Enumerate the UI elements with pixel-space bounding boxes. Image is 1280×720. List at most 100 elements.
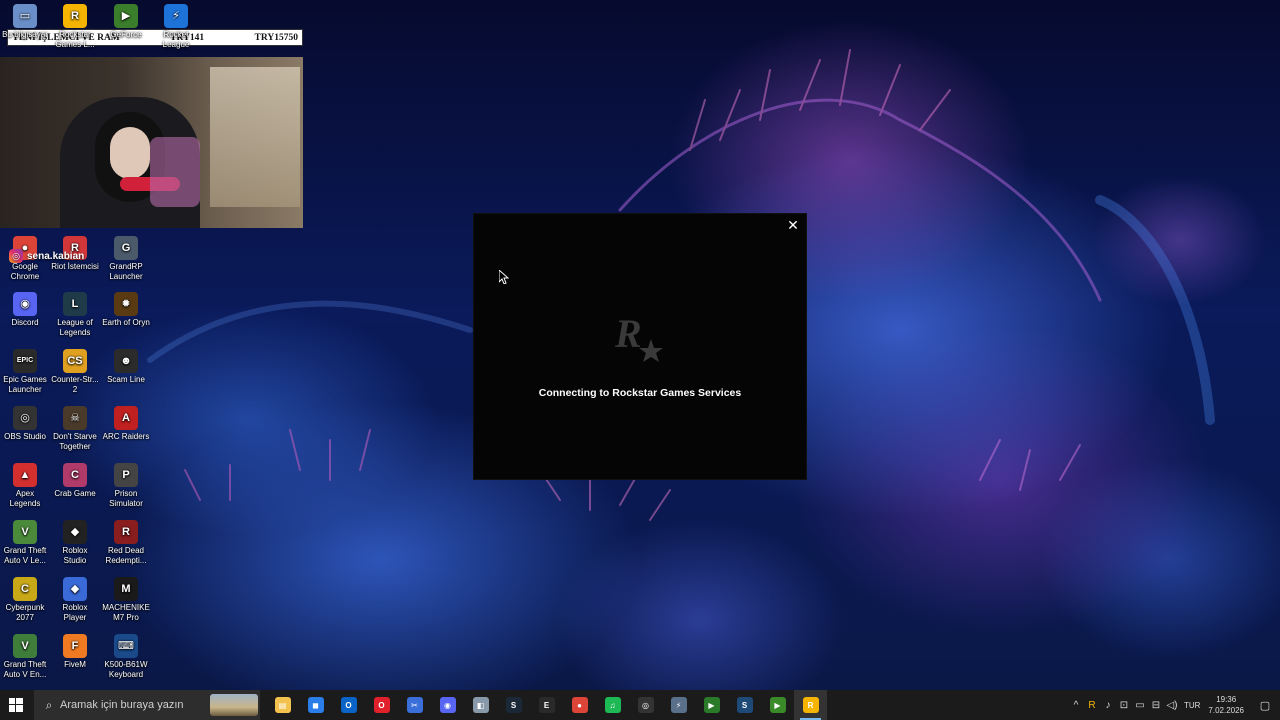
desktop-icon-label: Rocket League [162,30,190,49]
desktop-icon-label: ARC Raiders [102,432,150,441]
rockstar-logo-icon: R [614,311,663,362]
network-icon[interactable]: ⊟ [1148,700,1164,711]
desktop-icon-label: Roblox Studio [62,546,88,565]
taskbar-app-snipping-tool[interactable]: ✂ [398,690,431,720]
app-icon: ☠ [63,406,87,430]
system-tray: ^ R ♪ ⊡ ▭ ⊟ ◁) TUR 19:36 7.02.2026 ▢ [1068,690,1280,720]
taskbar-app-media-player[interactable]: ▶ [695,690,728,720]
opera-icon: O [373,697,390,713]
desktop-icon-label: K500-B61W Keyboard [104,660,148,679]
rockstar-tray-icon[interactable]: R [1084,700,1100,711]
rockstar-launcher-dialog: ✕ R Connecting to Rockstar Games Service… [474,214,806,479]
taskbar-app-rockstar-launcher[interactable]: R [794,690,827,720]
clock-time: 19:36 [1216,695,1237,704]
app-icon: P [114,463,138,487]
webcam-overlay [0,57,303,228]
taskbar-app-app-launcher[interactable]: ◧ [464,690,497,720]
desktop-icon-label: Bu bilgisayar [2,30,48,39]
outlook-icon: O [340,697,357,713]
desktop-icon[interactable]: L League of Legends [51,292,99,338]
app-icon: ⚡ [164,4,188,28]
taskbar-app-microsoft-store[interactable]: ◼ [299,690,332,720]
desktop-icon[interactable]: C Crab Game [51,463,99,499]
desktop-icon[interactable]: EPIC Epic Games Launcher [1,349,49,395]
desktop-icon-label: Crab Game [54,489,96,498]
app-icon: ◉ [13,292,37,316]
desktop-icon[interactable]: CS Counter-Str... 2 [51,349,99,395]
taskbar-app-file-explorer[interactable]: ▤ [266,690,299,720]
desktop-icon[interactable]: ◉ Discord [1,292,49,328]
desktop-icon[interactable]: C Cyberpunk 2077 [1,577,49,623]
desktop-icon[interactable]: ☠ Don't Starve Together [51,406,99,452]
desktop-icon[interactable]: M MACHENIKE M7 Pro [102,577,150,623]
desktop-icon[interactable]: ⌨ K500-B61W Keyboard [102,634,150,680]
desktop-icon-label: GrandRP Launcher [109,262,143,281]
desktop-icon[interactable]: ▭ Bu bilgisayar [1,4,49,40]
desktop-icon-label: Counter-Str... 2 [51,375,99,394]
desktop-icon[interactable]: A ARC Raiders [102,406,150,442]
desktop-icon[interactable]: ▶ GeForce [102,4,150,40]
volume-icon[interactable]: ◁) [1164,700,1180,711]
desktop-icon[interactable]: R Rockstar Games L... [51,4,99,50]
taskbar-app-steam[interactable]: S [497,690,530,720]
app-icon: G [114,236,138,260]
taskbar-app-media-player-2[interactable]: ▶ [761,690,794,720]
chrome-icon: ● [571,697,588,713]
taskbar-app-steam-2[interactable]: S [728,690,761,720]
taskbar-app-epic-games[interactable]: E [530,690,563,720]
taskbar-app-spotify[interactable]: ♫ [596,690,629,720]
obs-studio-icon: ◎ [637,697,654,713]
taskbar-app-rocket-league[interactable]: ⚡ [662,690,695,720]
search-icon: ⌕ [45,697,53,712]
desktop-icon-label: Discord [11,318,39,327]
app-icon: C [13,577,37,601]
search-placeholder: Aramak için buraya yazın [60,699,184,711]
app-icon: ▲ [13,463,37,487]
close-icon: ✕ [787,216,799,233]
desktop-icon-label: League of Legends [57,318,93,337]
desktop-icon[interactable]: ⚡ Rocket League [152,4,200,50]
desktop-icon[interactable]: ◆ Roblox Studio [51,520,99,566]
app-launcher-icon: ◧ [472,697,489,713]
taskbar-app-chrome[interactable]: ● [563,690,596,720]
instagram-icon: ◎ [9,249,23,263]
desktop-icon[interactable]: G GrandRP Launcher [102,236,150,282]
desktop-icon[interactable]: R Red Dead Redempti... [102,520,150,566]
desktop-icon[interactable]: ◆ Roblox Player [51,577,99,623]
app-icon: A [114,406,138,430]
input-language-indicator[interactable]: TUR [1184,701,1200,710]
app-icon: ▶ [114,4,138,28]
spotify-icon: ♫ [604,697,621,713]
desktop-icon[interactable]: ✹ Earth of Oryn [102,292,150,328]
media-player-2-icon: ▶ [769,697,786,713]
show-hidden-icons-chevron-icon[interactable]: ^ [1068,700,1084,711]
notification-center-icon[interactable]: ▢ [1254,699,1276,712]
app-icon: R [114,520,138,544]
desktop-icon-label: Earth of Oryn [102,318,150,327]
desktop-icon[interactable]: ◎ OBS Studio [1,406,49,442]
rockstar-launcher-icon: R [802,697,819,713]
desktop-icon[interactable]: ▲ Apex Legends [1,463,49,509]
desktop-icon[interactable]: V Grand Theft Auto V En... [1,634,49,680]
desktop-icon-label: Roblox Player [62,603,88,622]
desktop-icon-label: MACHENIKE M7 Pro [102,603,150,622]
desktop-icon[interactable]: V Grand Theft Auto V Le... [1,520,49,566]
close-button[interactable]: ✕ [784,216,802,234]
taskbar-clock[interactable]: 19:36 7.02.2026 [1208,694,1244,716]
app-icon: R [63,4,87,28]
desktop-icon[interactable]: ☻ Scam Line [102,349,150,385]
usb-device-icon[interactable]: ⊡ [1116,700,1132,711]
taskbar-app-outlook[interactable]: O [332,690,365,720]
taskbar-app-discord[interactable]: ◉ [431,690,464,720]
display-icon[interactable]: ▭ [1132,700,1148,711]
microphone-icon[interactable]: ♪ [1100,700,1116,711]
desktop-icon[interactable]: P Prison Simulator [102,463,150,509]
taskbar-app-obs-studio[interactable]: ◎ [629,690,662,720]
taskbar-app-opera[interactable]: O [365,690,398,720]
desktop-icon[interactable]: F FiveM [51,634,99,670]
start-button[interactable] [0,690,32,720]
app-icon: CS [63,349,87,373]
taskbar-search-box[interactable]: ⌕ Aramak için buraya yazın [34,690,260,720]
donation-goal-amount: TRY15750 [254,32,298,43]
desktop-icon-label: Don't Starve Together [53,432,97,451]
